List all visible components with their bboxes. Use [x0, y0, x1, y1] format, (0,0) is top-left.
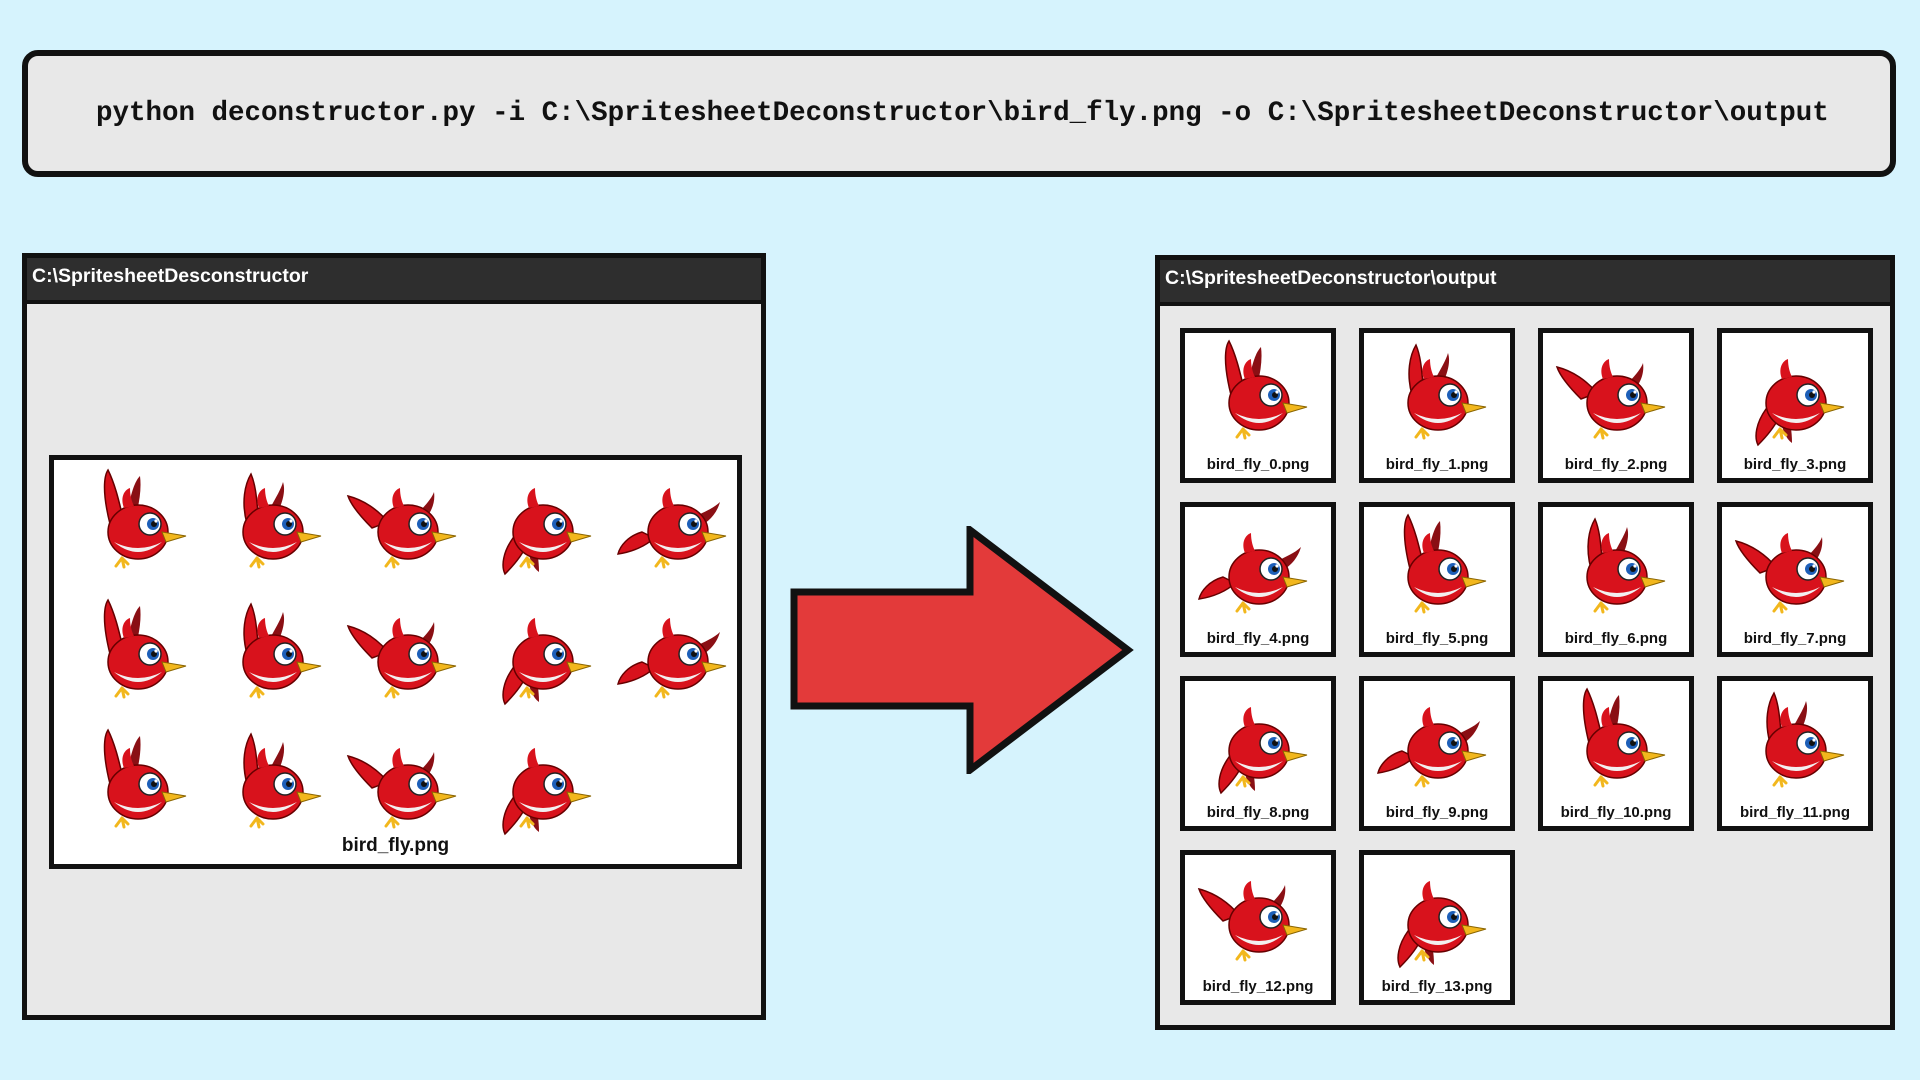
output-file-thumbnail[interactable]: bird_fly_10.png — [1538, 676, 1694, 831]
bird-sprite-image — [1197, 881, 1308, 962]
output-file-thumbnail[interactable]: bird_fly_8.png — [1180, 676, 1336, 831]
output-file-name: bird_fly_5.png — [1385, 630, 1489, 647]
output-file-name: bird_fly_10.png — [1560, 804, 1672, 821]
output-file-name: bird_fly_9.png — [1385, 804, 1489, 821]
output-file-name: bird_fly_1.png — [1385, 456, 1489, 473]
output-file-thumbnail[interactable]: bird_fly_6.png — [1538, 502, 1694, 657]
output-folder-window: C:\SpritesheetDeconstructor\output bird_… — [1155, 255, 1895, 1030]
output-file-name: bird_fly_0.png — [1206, 456, 1310, 473]
output-file-name: bird_fly_7.png — [1743, 630, 1847, 647]
output-file-name: bird_fly_6.png — [1564, 630, 1668, 647]
bird-sprite-image — [1734, 533, 1845, 614]
bird-sprite-image — [1555, 359, 1666, 440]
output-file-thumbnail[interactable]: bird_fly_3.png — [1717, 328, 1873, 483]
spritesheet-frame — [612, 462, 744, 594]
spritesheet-frame — [207, 592, 339, 724]
output-file-thumbnail[interactable]: bird_fly_11.png — [1717, 676, 1873, 831]
bird-sprite-image — [1397, 881, 1487, 969]
output-file-name: bird_fly_13.png — [1381, 978, 1493, 995]
bird-sprite-image — [1218, 707, 1308, 795]
spritesheet-frame — [477, 462, 609, 594]
output-file-name: bird_fly_8.png — [1206, 804, 1310, 821]
spritesheet-frame — [342, 462, 474, 594]
bird-sprite-image — [1377, 707, 1487, 788]
output-file-name: bird_fly_2.png — [1564, 456, 1668, 473]
output-folder-title: C:\SpritesheetDeconstructor\output — [1160, 260, 1890, 306]
output-file-thumbnail[interactable]: bird_fly_5.png — [1359, 502, 1515, 657]
output-file-thumbnail[interactable]: bird_fly_4.png — [1180, 502, 1336, 657]
output-file-thumbnail[interactable]: bird_fly_1.png — [1359, 328, 1515, 483]
output-file-thumbnail[interactable]: bird_fly_2.png — [1538, 328, 1694, 483]
bird-sprite-image — [1407, 343, 1487, 440]
bird-sprite-image — [1224, 339, 1308, 440]
command-text: python deconstructor.py -i C:\Spriteshee… — [96, 98, 1829, 129]
spritesheet-frame — [477, 592, 609, 724]
bird-sprite-image — [1755, 359, 1845, 447]
output-file-thumbnail[interactable]: bird_fly_13.png — [1359, 850, 1515, 1005]
output-file-thumbnail[interactable]: bird_fly_7.png — [1717, 502, 1873, 657]
spritesheet-frame — [207, 462, 339, 594]
output-file-thumbnail[interactable]: bird_fly_12.png — [1180, 850, 1336, 1005]
spritesheet-filename: bird_fly.png — [341, 835, 450, 856]
spritesheet-frame — [72, 462, 204, 594]
bird-sprite-image — [1586, 517, 1666, 614]
output-file-name: bird_fly_12.png — [1202, 978, 1314, 995]
output-file-thumbnail[interactable]: bird_fly_0.png — [1180, 328, 1336, 483]
command-box: python deconstructor.py -i C:\Spriteshee… — [22, 50, 1896, 177]
input-folder-window: C:\SpritesheetDesconstructor bird_fly.pn… — [22, 253, 766, 1020]
output-file-thumbnail[interactable]: bird_fly_9.png — [1359, 676, 1515, 831]
bird-sprite-image — [1403, 513, 1487, 614]
output-file-name: bird_fly_3.png — [1743, 456, 1847, 473]
right-arrow-icon — [790, 526, 1134, 774]
input-folder-title: C:\SpritesheetDesconstructor — [27, 258, 761, 304]
bird-sprite-image — [1765, 691, 1845, 788]
spritesheet-frames — [72, 462, 732, 842]
spritesheet-frame — [612, 592, 744, 724]
output-file-name: bird_fly_11.png — [1739, 804, 1851, 821]
bird-sprite-image — [1582, 687, 1666, 788]
bird-sprite-image — [1198, 533, 1308, 614]
spritesheet-frame — [342, 592, 474, 724]
spritesheet-frame — [72, 592, 204, 724]
output-file-name: bird_fly_4.png — [1206, 630, 1310, 647]
spritesheet-image: bird_fly.png — [49, 455, 742, 869]
